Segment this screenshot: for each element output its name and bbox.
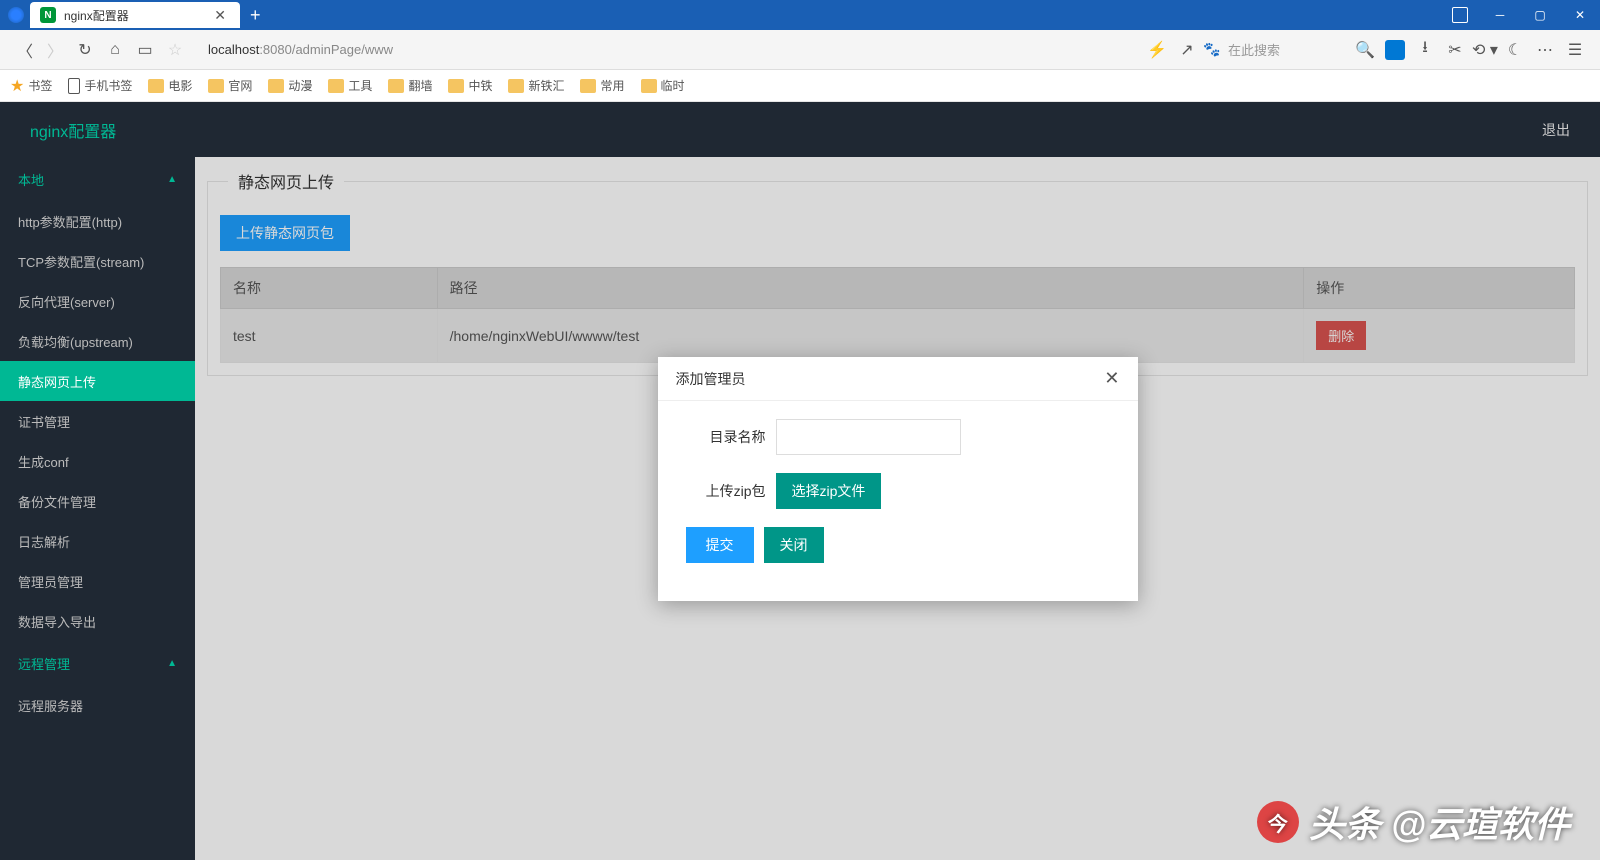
bookmark-item[interactable]: 中铁 bbox=[448, 77, 492, 94]
url-path: :8080/adminPage/www bbox=[259, 42, 393, 57]
star-icon: ★ bbox=[10, 76, 24, 96]
sidebar-item-server[interactable]: 反向代理(server) bbox=[0, 281, 195, 321]
app-logo: nginx配置器 bbox=[30, 118, 116, 142]
browser-search-box[interactable]: 🐾 在此搜索 bbox=[1202, 40, 1342, 60]
bookmark-item[interactable]: 临时 bbox=[641, 77, 685, 94]
folder-icon bbox=[388, 79, 404, 93]
folder-icon bbox=[208, 79, 224, 93]
sidebar-item-cert[interactable]: 证书管理 bbox=[0, 401, 195, 441]
share-icon[interactable]: ↗ bbox=[1172, 35, 1202, 65]
bookmark-item[interactable]: 翻墙 bbox=[388, 77, 432, 94]
folder-icon bbox=[328, 79, 344, 93]
more-icon[interactable]: ⋯ bbox=[1530, 35, 1560, 65]
extensions-icon[interactable] bbox=[1440, 0, 1480, 30]
modal-body: 目录名称 上传zip包 选择zip文件 提交 关闭 bbox=[658, 401, 1138, 601]
maximize-button[interactable]: ▢ bbox=[1520, 0, 1560, 30]
close-window-button[interactable]: ✕ bbox=[1560, 0, 1600, 30]
sidebar-item-http[interactable]: http参数配置(http) bbox=[0, 201, 195, 241]
scissors-icon[interactable]: ✂ bbox=[1440, 35, 1470, 65]
label-dirname: 目录名称 bbox=[676, 427, 766, 447]
app-header: nginx配置器 退出 bbox=[0, 102, 1600, 157]
bookmark-item[interactable]: 动漫 bbox=[268, 77, 312, 94]
browser-titlebar: N nginx配置器 ✕ + ─ ▢ ✕ bbox=[0, 0, 1600, 30]
minimize-button[interactable]: ─ bbox=[1480, 0, 1520, 30]
app-body: 本地 ▲ http参数配置(http) TCP参数配置(stream) 反向代理… bbox=[0, 157, 1600, 860]
bookmark-item[interactable]: 官网 bbox=[208, 77, 252, 94]
add-admin-modal: 添加管理员 ✕ 目录名称 上传zip包 选择zip文件 提交 关闭 bbox=[658, 357, 1138, 601]
sidebar-item-tcp[interactable]: TCP参数配置(stream) bbox=[0, 241, 195, 281]
bookmark-item[interactable]: 工具 bbox=[328, 77, 372, 94]
window-controls: ─ ▢ ✕ bbox=[1440, 0, 1600, 30]
chevron-up-icon: ▲ bbox=[167, 174, 177, 185]
sidebar-group-remote[interactable]: 远程管理 ▲ bbox=[0, 641, 195, 685]
moon-icon[interactable]: ☾ bbox=[1500, 35, 1530, 65]
search-icon[interactable]: 🔍 bbox=[1350, 35, 1380, 65]
folder-icon bbox=[148, 79, 164, 93]
sidebar: 本地 ▲ http参数配置(http) TCP参数配置(stream) 反向代理… bbox=[0, 157, 195, 860]
close-button[interactable]: 关闭 bbox=[764, 527, 824, 563]
sidebar-item-admin[interactable]: 管理员管理 bbox=[0, 561, 195, 601]
forward-button[interactable]: 〉 bbox=[40, 35, 70, 65]
watermark-logo: 今 bbox=[1257, 801, 1299, 843]
browser-favicon bbox=[8, 7, 24, 23]
capture-icon[interactable] bbox=[1380, 35, 1410, 65]
mobile-icon bbox=[68, 78, 80, 94]
menu-icon[interactable]: ☰ bbox=[1560, 35, 1590, 65]
nginx-icon: N bbox=[40, 7, 56, 23]
tab-strip: N nginx配置器 ✕ + bbox=[0, 0, 261, 30]
tab-title: nginx配置器 bbox=[64, 7, 210, 24]
bookmark-item[interactable]: 新铁汇 bbox=[508, 77, 564, 94]
sidebar-item-conf[interactable]: 生成conf bbox=[0, 441, 195, 481]
browser-tab[interactable]: N nginx配置器 ✕ bbox=[30, 2, 240, 28]
folder-icon bbox=[508, 79, 524, 93]
sidebar-item-remote-server[interactable]: 远程服务器 bbox=[0, 685, 195, 725]
browser-address-bar: 〈 〉 ↻ ⌂ ▭ ☆ localhost:8080/adminPage/www… bbox=[0, 30, 1600, 70]
undo-icon[interactable]: ⟲ ▾ bbox=[1470, 35, 1500, 65]
search-placeholder: 在此搜索 bbox=[1228, 40, 1280, 59]
modal-footer: 提交 关闭 bbox=[676, 527, 1120, 583]
reader-icon[interactable]: ▭ bbox=[130, 35, 160, 65]
sidebar-item-logs[interactable]: 日志解析 bbox=[0, 521, 195, 561]
home-button[interactable]: ⌂ bbox=[100, 35, 130, 65]
bookmark-item[interactable]: 常用 bbox=[580, 77, 624, 94]
watermark: 今 头条 @云瑄软件 bbox=[1257, 796, 1570, 848]
bookmark-bar: ★ 书签 手机书签 电影 官网 动漫 工具 翻墙 中铁 新铁汇 常用 临时 bbox=[0, 70, 1600, 102]
sidebar-item-upstream[interactable]: 负载均衡(upstream) bbox=[0, 321, 195, 361]
back-button[interactable]: 〈 bbox=[10, 35, 40, 65]
modal-title: 添加管理员 bbox=[676, 369, 746, 389]
sidebar-group-local[interactable]: 本地 ▲ bbox=[0, 157, 195, 201]
app-container: nginx配置器 退出 本地 ▲ http参数配置(http) TCP参数配置(… bbox=[0, 102, 1600, 860]
input-dirname[interactable] bbox=[776, 419, 961, 455]
choose-zip-button[interactable]: 选择zip文件 bbox=[776, 473, 882, 509]
folder-icon bbox=[580, 79, 596, 93]
main-content: 静态网页上传 上传静态网页包 名称 路径 操作 test /home/nginx… bbox=[195, 157, 1600, 860]
new-tab-button[interactable]: + bbox=[250, 5, 261, 26]
tab-close-button[interactable]: ✕ bbox=[210, 7, 230, 24]
bookmark-item[interactable]: 电影 bbox=[148, 77, 192, 94]
folder-icon bbox=[268, 79, 284, 93]
form-row-dirname: 目录名称 bbox=[676, 419, 1120, 455]
url-host: localhost bbox=[208, 42, 259, 57]
favorite-icon[interactable]: ☆ bbox=[160, 35, 190, 65]
folder-icon bbox=[448, 79, 464, 93]
url-input[interactable]: localhost:8080/adminPage/www bbox=[200, 35, 1132, 65]
logout-button[interactable]: 退出 bbox=[1542, 120, 1570, 140]
modal-header: 添加管理员 ✕ bbox=[658, 357, 1138, 401]
bookmark-item[interactable]: 手机书签 bbox=[68, 77, 132, 94]
submit-button[interactable]: 提交 bbox=[686, 527, 754, 563]
flash-icon[interactable]: ⚡ bbox=[1142, 35, 1172, 65]
folder-icon bbox=[641, 79, 657, 93]
sidebar-item-import-export[interactable]: 数据导入导出 bbox=[0, 601, 195, 641]
modal-close-button[interactable]: ✕ bbox=[1104, 368, 1119, 389]
bookmark-item[interactable]: 书签 bbox=[28, 77, 52, 94]
search-engine-icon: 🐾 bbox=[1202, 40, 1222, 60]
label-zip: 上传zip包 bbox=[676, 481, 766, 501]
sidebar-item-backup[interactable]: 备份文件管理 bbox=[0, 481, 195, 521]
download-icon[interactable]: ⭳ bbox=[1410, 35, 1440, 65]
chevron-up-icon: ▲ bbox=[167, 658, 177, 669]
reload-button[interactable]: ↻ bbox=[70, 35, 100, 65]
sidebar-item-static-upload[interactable]: 静态网页上传 bbox=[0, 361, 195, 401]
form-row-zip: 上传zip包 选择zip文件 bbox=[676, 473, 1120, 509]
